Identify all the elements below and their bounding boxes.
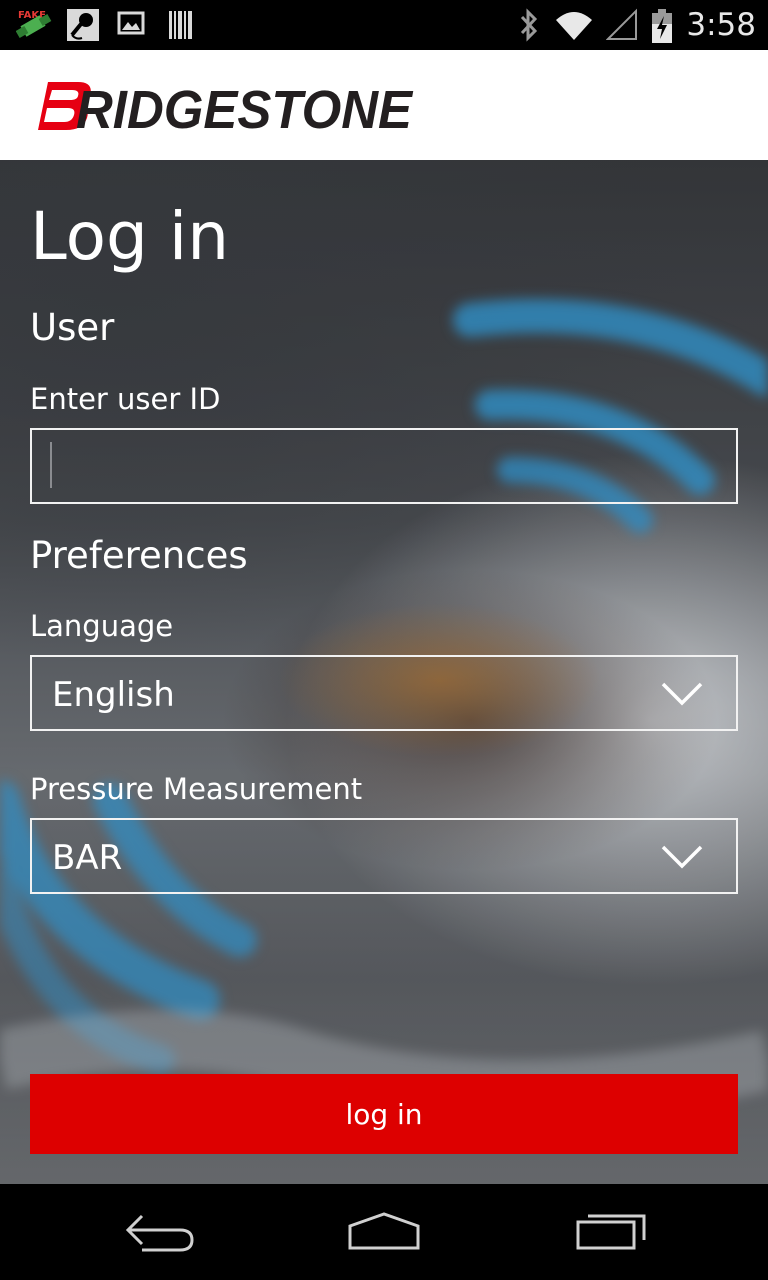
login-screen: Log in User Enter user ID Preferences La… [0, 160, 768, 1184]
bluetooth-icon [516, 8, 542, 42]
chevron-down-icon [661, 682, 703, 706]
pressure-measurement-select[interactable]: BAR [30, 818, 738, 894]
signal-icon [605, 8, 638, 42]
image-icon [116, 8, 152, 42]
language-selected-value: English [52, 675, 175, 715]
preferences-section-heading: Preferences [30, 534, 248, 577]
svg-text:RIDGESTONE: RIDGESTONE [76, 80, 414, 136]
user-id-input-caret-area [30, 428, 738, 504]
wifi-icon [554, 8, 594, 42]
language-label: Language [30, 609, 174, 643]
chevron-down-icon [661, 845, 703, 869]
microphone-icon [66, 8, 102, 42]
language-select[interactable]: English [30, 655, 738, 731]
user-id-label: Enter user ID [30, 382, 221, 416]
status-bar: FAKE 3:58 [0, 0, 768, 50]
fake-gps-icon: FAKE [15, 8, 52, 42]
back-icon[interactable] [120, 1208, 200, 1258]
status-clock: 3:58 [686, 7, 756, 43]
recent-apps-icon[interactable] [570, 1208, 650, 1258]
bridgestone-logo: RIDGESTONE [38, 80, 414, 136]
battery-charging-icon [650, 8, 674, 43]
navigation-bar [0, 1184, 768, 1280]
app-header: RIDGESTONE [0, 50, 768, 160]
barcode-icon [166, 8, 202, 42]
pressure-selected-value: BAR [52, 838, 123, 878]
page-title: Log in [30, 198, 230, 275]
text-cursor [50, 442, 52, 488]
login-button[interactable]: log in [30, 1074, 738, 1154]
home-icon[interactable] [344, 1208, 424, 1258]
user-section-heading: User [30, 306, 115, 349]
pressure-measurement-label: Pressure Measurement [30, 772, 363, 806]
